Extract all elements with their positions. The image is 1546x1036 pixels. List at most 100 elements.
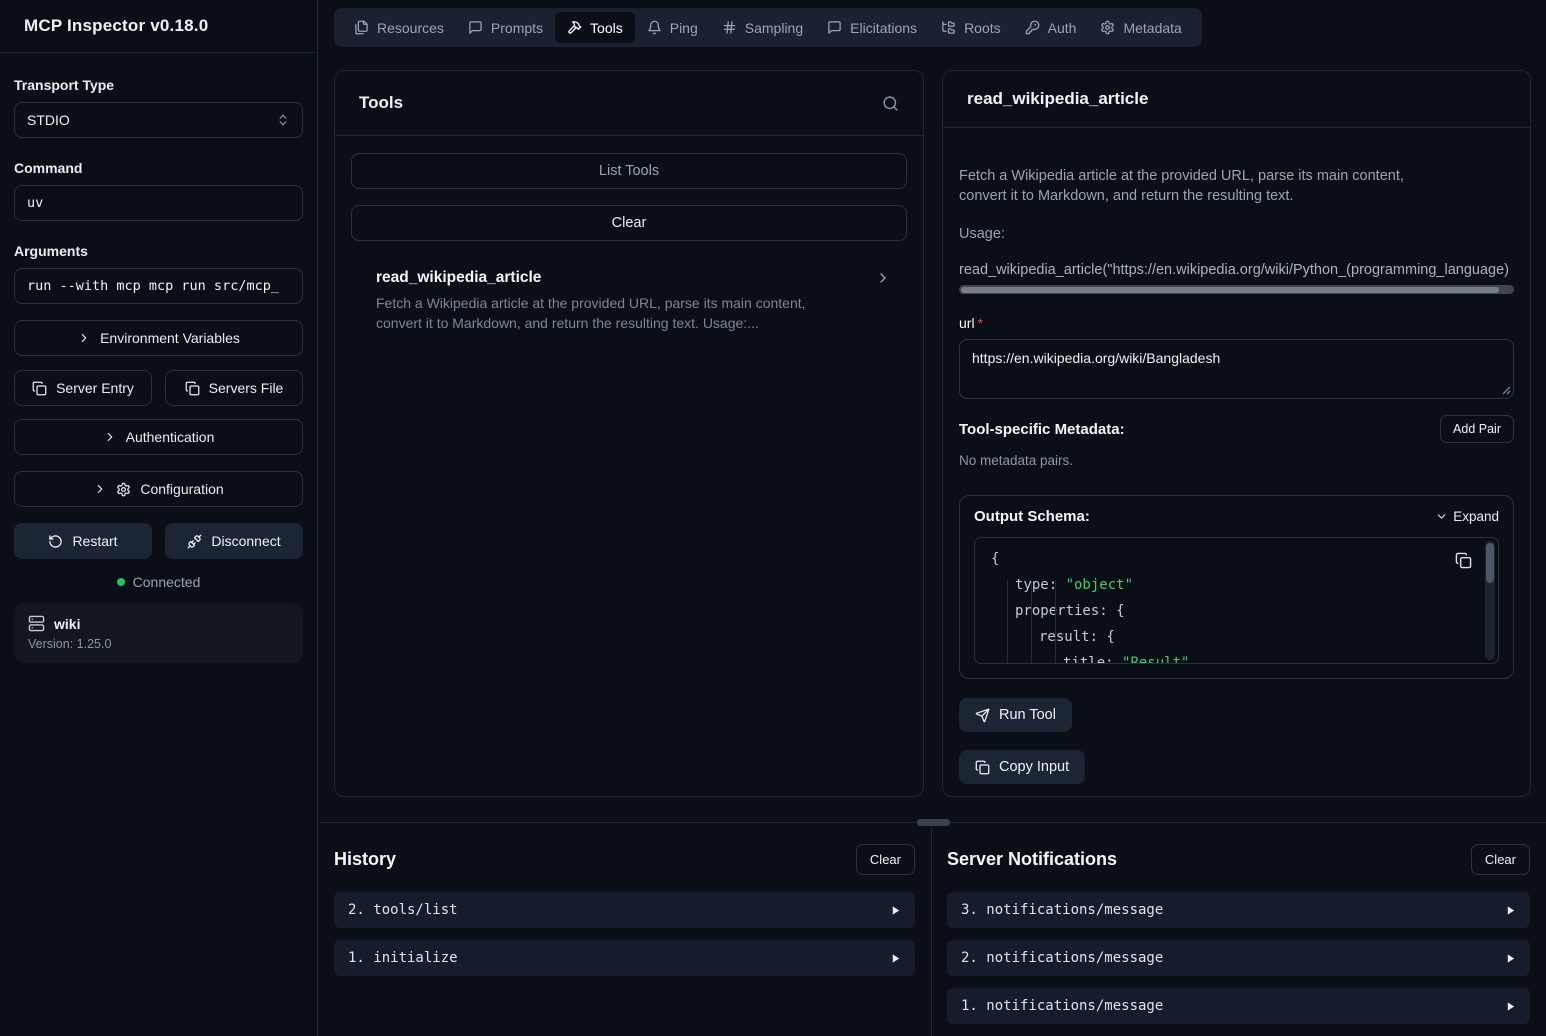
list-tools-button[interactable]: List Tools	[351, 153, 907, 189]
url-input[interactable]: https://en.wikipedia.org/wiki/Bangladesh	[959, 339, 1514, 399]
chevron-right-icon	[77, 331, 91, 345]
arguments-input[interactable]	[14, 268, 303, 304]
transport-type-select[interactable]: STDIO	[14, 102, 303, 138]
clear-tools-button[interactable]: Clear	[351, 205, 907, 241]
key-icon	[1025, 20, 1040, 35]
indent-guide	[1031, 580, 1032, 663]
tab-bar: Resources Prompts Tools Ping Sampling El…	[334, 8, 1202, 47]
tab-metadata[interactable]: Metadata	[1088, 12, 1193, 43]
files-icon	[354, 20, 369, 35]
command-input[interactable]	[14, 185, 303, 221]
tab-ping[interactable]: Ping	[635, 12, 710, 43]
tab-tools[interactable]: Tools	[555, 12, 635, 43]
expand-entry-icon	[890, 905, 901, 916]
chevron-right-icon	[103, 430, 117, 444]
server-name: wiki	[54, 616, 80, 632]
server-entry-label: Server Entry	[56, 380, 134, 396]
usage-horizontal-scrollbar[interactable]	[959, 285, 1514, 294]
hammer-icon	[567, 20, 582, 35]
tool-name: read_wikipedia_article	[376, 269, 541, 287]
add-pair-button[interactable]: Add Pair	[1440, 415, 1514, 443]
tools-panel: Tools List Tools Clear read_wikipedia_ar…	[334, 70, 924, 797]
notification-entry[interactable]: 3. notifications/message	[947, 892, 1530, 928]
tab-roots-label: Roots	[964, 20, 1001, 36]
chevron-right-icon	[875, 270, 891, 286]
expand-entry-icon	[1505, 1001, 1516, 1012]
schema-code-line: properties: {	[991, 598, 1482, 624]
copy-icon	[185, 381, 200, 396]
hash-icon	[722, 20, 737, 35]
authentication-label: Authentication	[126, 429, 215, 445]
command-label: Command	[14, 160, 303, 176]
notification-entry[interactable]: 2. notifications/message	[947, 940, 1530, 976]
tab-prompts[interactable]: Prompts	[456, 12, 555, 43]
search-icon[interactable]	[882, 95, 899, 112]
expand-schema-button[interactable]: Expand	[1435, 509, 1499, 524]
tab-metadata-label: Metadata	[1123, 20, 1181, 36]
schema-code-line: title: "Result"	[991, 650, 1482, 664]
tab-auth[interactable]: Auth	[1013, 12, 1089, 43]
scrollbar-thumb[interactable]	[961, 287, 1499, 293]
environment-variables-button[interactable]: Environment Variables	[14, 320, 303, 356]
message-square-icon	[827, 20, 842, 35]
history-entry[interactable]: 1. initialize	[334, 940, 915, 976]
transport-type-value: STDIO	[27, 112, 70, 128]
history-entry[interactable]: 2. tools/list	[334, 892, 915, 928]
arguments-label: Arguments	[14, 243, 303, 259]
run-tool-button[interactable]: Run Tool	[959, 698, 1072, 732]
schema-code-line: result: {	[991, 624, 1482, 650]
tab-elicitations[interactable]: Elicitations	[815, 12, 929, 43]
tab-resources[interactable]: Resources	[342, 12, 456, 43]
history-panel: History Clear 2. tools/list 1. initializ…	[319, 823, 931, 1036]
tool-description: Fetch a Wikipedia article at the provide…	[376, 293, 846, 333]
message-square-icon	[468, 20, 483, 35]
bell-icon	[647, 20, 662, 35]
tab-roots[interactable]: Roots	[929, 12, 1013, 43]
output-schema-section: Output Schema: Expand { type: "object" p…	[959, 495, 1514, 679]
restart-button[interactable]: Restart	[14, 523, 152, 559]
usage-code: read_wikipedia_article("https://en.wikip…	[959, 262, 1514, 278]
tab-sampling[interactable]: Sampling	[710, 12, 815, 43]
chevrons-up-down-icon	[276, 113, 290, 127]
history-entry-label: 1. initialize	[348, 950, 458, 966]
tab-ping-label: Ping	[670, 20, 698, 36]
tab-prompts-label: Prompts	[491, 20, 543, 36]
notification-entry[interactable]: 1. notifications/message	[947, 988, 1530, 1024]
gear-icon	[1100, 20, 1115, 35]
tool-detail-panel: read_wikipedia_article Fetch a Wikipedia…	[942, 70, 1531, 797]
servers-file-button[interactable]: Servers File	[165, 370, 303, 406]
scrollbar-thumb[interactable]	[1486, 543, 1494, 583]
notification-entry-label: 1. notifications/message	[961, 998, 1163, 1014]
tool-metadata-label: Tool-specific Metadata:	[959, 421, 1125, 438]
clear-history-button[interactable]: Clear	[856, 844, 915, 875]
server-version: Version: 1.25.0	[28, 637, 289, 651]
tool-list-item[interactable]: read_wikipedia_article Fetch a Wikipedia…	[351, 257, 907, 345]
schema-vertical-scrollbar[interactable]	[1485, 541, 1495, 660]
indent-guide	[1055, 580, 1056, 663]
server-entry-button[interactable]: Server Entry	[14, 370, 152, 406]
disconnect-button[interactable]: Disconnect	[165, 523, 303, 559]
schema-code-block: { type: "object" properties: { result: {…	[974, 537, 1499, 664]
expand-entry-icon	[890, 953, 901, 964]
copy-schema-icon[interactable]	[1455, 552, 1472, 569]
tab-auth-label: Auth	[1048, 20, 1077, 36]
no-metadata-text: No metadata pairs.	[959, 453, 1514, 468]
expand-label: Expand	[1453, 509, 1499, 524]
expand-entry-icon	[1505, 905, 1516, 916]
servers-file-label: Servers File	[209, 380, 284, 396]
tools-panel-title: Tools	[359, 93, 403, 113]
copy-input-button[interactable]: Copy Input	[959, 750, 1085, 784]
copy-icon	[975, 760, 990, 775]
notification-entry-label: 2. notifications/message	[961, 950, 1163, 966]
authentication-button[interactable]: Authentication	[14, 419, 303, 455]
tab-elicitations-label: Elicitations	[850, 20, 917, 36]
disconnect-label: Disconnect	[211, 533, 280, 549]
app-title: MCP Inspector v0.18.0	[24, 16, 208, 36]
environment-variables-label: Environment Variables	[100, 330, 240, 346]
configuration-button[interactable]: Configuration	[14, 471, 303, 507]
clear-notifications-button[interactable]: Clear	[1471, 844, 1530, 875]
restart-label: Restart	[72, 533, 117, 549]
chevron-right-icon	[93, 482, 107, 496]
configuration-label: Configuration	[140, 481, 223, 497]
unplug-icon	[187, 534, 202, 549]
